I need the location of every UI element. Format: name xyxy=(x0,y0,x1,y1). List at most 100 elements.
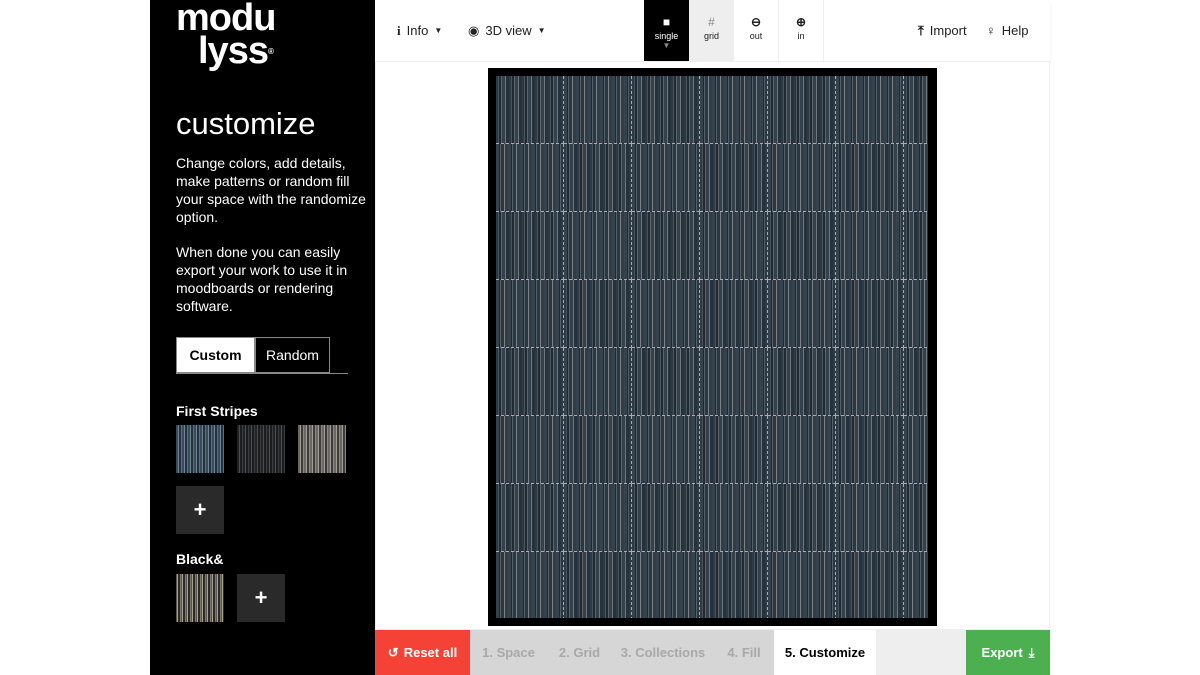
carpet-tile[interactable] xyxy=(564,552,632,618)
carpet-tile[interactable] xyxy=(904,144,928,212)
single-view-button[interactable]: ■ single ▼ xyxy=(644,0,689,61)
carpet-tile[interactable] xyxy=(496,416,564,484)
add-swatch-button[interactable]: + xyxy=(176,486,224,534)
carpet-tile[interactable] xyxy=(496,484,564,552)
carpet-tile[interactable] xyxy=(632,76,700,144)
carpet-tile[interactable] xyxy=(564,416,632,484)
carpet-tile[interactable] xyxy=(496,76,564,144)
carpet-tile[interactable] xyxy=(632,348,700,416)
carpet-tile[interactable] xyxy=(564,484,632,552)
carpet-tile[interactable] xyxy=(836,144,904,212)
carpet-tile[interactable] xyxy=(904,552,928,618)
carpet-tile[interactable] xyxy=(768,552,836,618)
carpet-tile[interactable] xyxy=(836,348,904,416)
carpet-tile[interactable] xyxy=(496,212,564,280)
carpet-tile[interactable] xyxy=(496,280,564,348)
bottom-bar-spacer xyxy=(876,630,966,675)
carpet-tile[interactable] xyxy=(700,212,768,280)
carpet-tile[interactable] xyxy=(632,280,700,348)
carpet-tile[interactable] xyxy=(700,280,768,348)
help-button[interactable]: ♀ Help xyxy=(986,0,1029,61)
modulyss-logo[interactable]: modu lyss® xyxy=(176,0,276,70)
swatch-black-beige[interactable] xyxy=(176,574,224,622)
carpet-tile[interactable] xyxy=(564,76,632,144)
zoom-in-icon: ⊕ xyxy=(795,15,807,29)
carpet-tile[interactable] xyxy=(700,484,768,552)
carpet-tile[interactable] xyxy=(700,76,768,144)
carpet-tile[interactable] xyxy=(564,280,632,348)
swatch-dark-stripes[interactable] xyxy=(237,425,285,473)
square-icon: ■ xyxy=(662,15,671,29)
3d-view-menu[interactable]: ◉ 3D view ▼ xyxy=(468,0,546,61)
info-icon: i xyxy=(397,22,401,38)
group-title-black: Black& xyxy=(176,551,224,567)
carpet-tile[interactable] xyxy=(768,416,836,484)
carpet-tile[interactable] xyxy=(632,552,700,618)
carpet-tile[interactable] xyxy=(496,348,564,416)
add-swatch-button-2[interactable]: + xyxy=(237,574,285,622)
toolbar: i Info ▼ ◉ 3D view ▼ ■ single ▼ # grid ⊖ out ⊕ in… xyxy=(375,0,1050,61)
swatch-blue-stripes[interactable] xyxy=(176,425,224,473)
carpet-tile[interactable] xyxy=(700,144,768,212)
tab-custom[interactable]: Custom xyxy=(176,337,255,373)
carpet-tile[interactable] xyxy=(836,416,904,484)
zoom-in-button[interactable]: ⊕ in xyxy=(779,0,824,61)
caret-down-icon: ▼ xyxy=(434,26,443,35)
carpet-tile[interactable] xyxy=(768,212,836,280)
carpet-tile[interactable] xyxy=(768,144,836,212)
lightbulb-icon: ♀ xyxy=(986,23,996,38)
carpet-tile[interactable] xyxy=(836,212,904,280)
carpet-tile[interactable] xyxy=(904,280,928,348)
carpet-tile[interactable] xyxy=(904,484,928,552)
carpet-tile[interactable] xyxy=(904,212,928,280)
info-menu[interactable]: i Info ▼ xyxy=(397,0,442,61)
swatch-grey-stripes[interactable] xyxy=(298,425,346,473)
carpet-tile[interactable] xyxy=(496,144,564,212)
carpet-tiles[interactable] xyxy=(496,76,928,618)
grid-view-button[interactable]: # grid xyxy=(689,0,734,61)
carpet-tile[interactable] xyxy=(836,76,904,144)
carpet-tile[interactable] xyxy=(904,416,928,484)
step-collections[interactable]: 3. Collections xyxy=(612,630,714,675)
carpet-tile[interactable] xyxy=(700,416,768,484)
grid-icon: # xyxy=(708,15,715,29)
carpet-tile[interactable] xyxy=(564,348,632,416)
carpet-tile[interactable] xyxy=(836,552,904,618)
mode-tabs: Custom Random xyxy=(176,337,348,374)
tab-random[interactable]: Random xyxy=(255,337,330,373)
sidebar: modu lyss® customize Change colors, add d… xyxy=(150,0,375,675)
carpet-tile[interactable] xyxy=(768,280,836,348)
zoom-out-button[interactable]: ⊖ out xyxy=(734,0,779,61)
zoom-out-icon: ⊖ xyxy=(750,15,762,29)
reset-icon: ↺ xyxy=(387,644,399,660)
help-label: Help xyxy=(1001,23,1029,38)
step-grid[interactable]: 2. Grid xyxy=(547,630,612,675)
step-fill[interactable]: 4. Fill xyxy=(714,630,774,675)
caret-down-icon: ▼ xyxy=(537,26,546,35)
eye-icon: ◉ xyxy=(468,22,480,38)
carpet-tile[interactable] xyxy=(904,76,928,144)
carpet-tile[interactable] xyxy=(768,76,836,144)
carpet-tile[interactable] xyxy=(632,484,700,552)
carpet-tile[interactable] xyxy=(768,348,836,416)
carpet-tile[interactable] xyxy=(836,280,904,348)
carpet-tile[interactable] xyxy=(632,212,700,280)
reset-all-button[interactable]: ↺ Reset all xyxy=(375,630,470,675)
import-button[interactable]: ⤒ Import xyxy=(918,0,967,61)
carpet-tile[interactable] xyxy=(564,212,632,280)
carpet-tile[interactable] xyxy=(768,484,836,552)
carpet-tile[interactable] xyxy=(496,552,564,618)
export-button[interactable]: Export ⤓ xyxy=(966,630,1050,675)
carpet-tile[interactable] xyxy=(564,144,632,212)
3d-view-label: 3D view xyxy=(485,23,532,38)
step-space[interactable]: 1. Space xyxy=(470,630,547,675)
description-1: Change colors, add details, make pattern… xyxy=(176,155,366,225)
carpet-tile[interactable] xyxy=(836,484,904,552)
step-customize[interactable]: 5. Customize xyxy=(774,630,876,675)
carpet-tile[interactable] xyxy=(904,348,928,416)
carpet-tile[interactable] xyxy=(632,144,700,212)
carpet-tile[interactable] xyxy=(632,416,700,484)
carpet-tile[interactable] xyxy=(700,348,768,416)
carpet-tile[interactable] xyxy=(700,552,768,618)
group-title-first-stripes: First Stripes xyxy=(176,403,258,419)
